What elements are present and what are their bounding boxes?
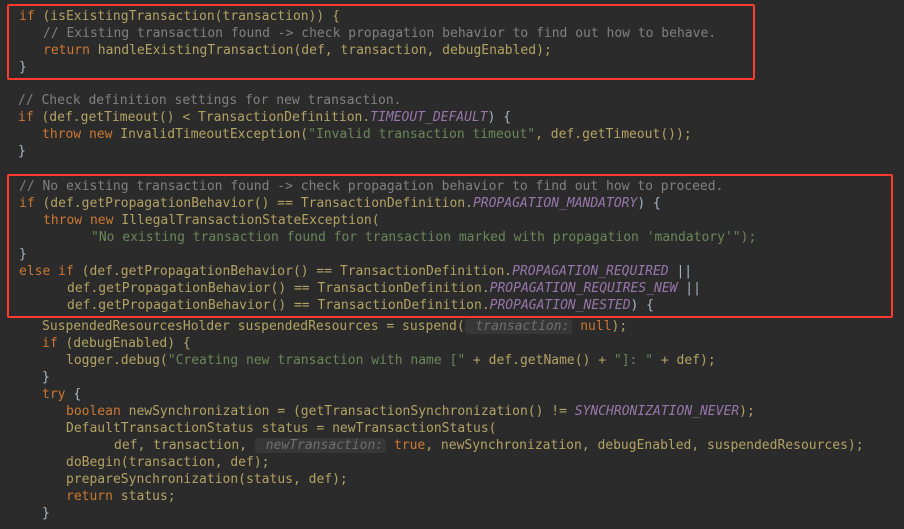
constant: PROPAGATION_MANDATORY: [473, 196, 637, 211]
keyword: if: [42, 336, 65, 351]
code-text: + def.getName() +: [465, 353, 614, 368]
code-text: logger.debug(: [66, 353, 168, 368]
code-text: ||: [669, 264, 692, 279]
code-line: // No existing transaction found -> chec…: [11, 178, 889, 195]
code-text: );: [612, 319, 628, 334]
code-text: , def.getTimeout());: [535, 127, 692, 142]
code-text: (def.getTimeout() < TransactionDefinitio…: [41, 110, 370, 125]
code-text: InvalidTimeoutException(: [120, 127, 308, 142]
code-text: doBegin(transaction, def);: [66, 455, 270, 470]
code-line: }: [11, 246, 889, 263]
keyword: if: [19, 196, 42, 211]
code-text: (def.getPropagationBehavior() == Transac…: [82, 264, 512, 279]
keyword: try: [42, 387, 73, 402]
constant: PROPAGATION_NESTED: [490, 298, 631, 313]
code-line: if (debugEnabled) {: [10, 335, 904, 352]
code-text: (isExistingTransaction(transaction)) {: [42, 9, 339, 24]
code-text: (debugEnabled) {: [65, 336, 190, 351]
highlight-box-1: if (isExistingTransaction(transaction)) …: [7, 4, 755, 80]
code-line: def.getPropagationBehavior() == Transact…: [11, 280, 889, 297]
keyword: if: [18, 110, 41, 125]
string: "No existing transaction found for trans…: [91, 230, 756, 245]
code-line: if (isExistingTransaction(transaction)) …: [11, 8, 751, 25]
code-text: def.getPropagationBehavior() == Transact…: [67, 281, 490, 296]
code-line: DefaultTransactionStatus status = newTra…: [10, 420, 904, 437]
code-line: // Existing transaction found -> check p…: [11, 25, 751, 42]
keyword: return: [43, 43, 98, 58]
code-line: def, transaction, newTransaction: true, …: [10, 437, 904, 454]
code-text: , newSynchronization, debugEnabled, susp…: [425, 438, 863, 453]
code-text: ) {: [631, 298, 654, 313]
keyword: return: [66, 489, 121, 504]
code-line: try {: [10, 386, 904, 403]
code-text: );: [739, 404, 755, 419]
keyword: null: [580, 319, 611, 334]
code-line: boolean newSynchronization = (getTransac…: [10, 403, 904, 420]
code-line: throw new InvalidTimeoutException("Inval…: [10, 126, 904, 143]
code-line: return status;: [10, 488, 904, 505]
code-line: }: [10, 369, 904, 386]
code-text: IllegalTransactionStateException(: [121, 213, 379, 228]
constant: PROPAGATION_REQUIRED: [512, 264, 669, 279]
string: "]: ": [614, 353, 653, 368]
comment: // Existing transaction found -> check p…: [43, 26, 716, 41]
code-text: ||: [677, 281, 700, 296]
string: "Creating new transaction with name [": [168, 353, 465, 368]
code-text: status;: [121, 489, 176, 504]
code-line: throw new IllegalTransactionStateExcepti…: [11, 212, 889, 229]
code-line: prepareSynchronization(status, def);: [10, 471, 904, 488]
code-line: }: [10, 505, 904, 522]
code-text: def, transaction,: [114, 438, 255, 453]
keyword: true: [394, 438, 425, 453]
code-text: def.getPropagationBehavior() == Transact…: [67, 298, 490, 313]
code-line: }: [10, 143, 904, 160]
keyword: throw new: [43, 213, 121, 228]
code-line: "No existing transaction found for trans…: [11, 229, 889, 246]
code-text: {: [73, 387, 81, 402]
keyword: boolean: [66, 404, 129, 419]
code-text: SuspendedResourcesHolder suspendedResour…: [42, 319, 465, 334]
constant: PROPAGATION_REQUIRES_NEW: [490, 281, 678, 296]
code-line: }: [11, 59, 751, 76]
code-line: // Check definition settings for new tra…: [10, 92, 904, 109]
code-text: }: [42, 370, 50, 385]
param-hint: newTransaction:: [255, 438, 386, 453]
code-text: }: [19, 60, 27, 75]
code-text: }: [19, 247, 27, 262]
code-text: ) {: [637, 196, 660, 211]
string: "Invalid transaction timeout": [308, 127, 535, 142]
constant: SYNCHRONIZATION_NEVER: [575, 404, 739, 419]
code-line: doBegin(transaction, def);: [10, 454, 904, 471]
code-line: SuspendedResourcesHolder suspendedResour…: [10, 318, 904, 335]
code-line: def.getPropagationBehavior() == Transact…: [11, 297, 889, 314]
highlight-box-2: // No existing transaction found -> chec…: [7, 174, 893, 318]
param-hint: transaction:: [465, 319, 573, 334]
code-line: if (def.getTimeout() < TransactionDefini…: [10, 109, 904, 126]
code-text: + def);: [653, 353, 716, 368]
code-editor: if (isExistingTransaction(transaction)) …: [0, 0, 904, 526]
code-line: if (def.getPropagationBehavior() == Tran…: [11, 195, 889, 212]
keyword: if: [19, 9, 42, 24]
code-text: }: [42, 506, 50, 521]
code-text: ) {: [488, 110, 511, 125]
code-line: logger.debug("Creating new transaction w…: [10, 352, 904, 369]
code-line: else if (def.getPropagationBehavior() ==…: [11, 263, 889, 280]
code-text: }: [18, 144, 26, 159]
code-text: DefaultTransactionStatus status = newTra…: [66, 421, 496, 436]
comment: // Check definition settings for new tra…: [18, 93, 402, 108]
code-text: prepareSynchronization(status, def);: [66, 472, 348, 487]
code-text: newSynchronization = (getTransactionSync…: [129, 404, 575, 419]
code-line: return handleExistingTransaction(def, tr…: [11, 42, 751, 59]
comment: // No existing transaction found -> chec…: [19, 179, 723, 194]
code-text: (def.getPropagationBehavior() == Transac…: [42, 196, 472, 211]
keyword: throw new: [42, 127, 120, 142]
keyword: else if: [19, 264, 82, 279]
code-text: handleExistingTransaction(def, transacti…: [98, 43, 552, 58]
constant: TIMEOUT_DEFAULT: [370, 110, 487, 125]
